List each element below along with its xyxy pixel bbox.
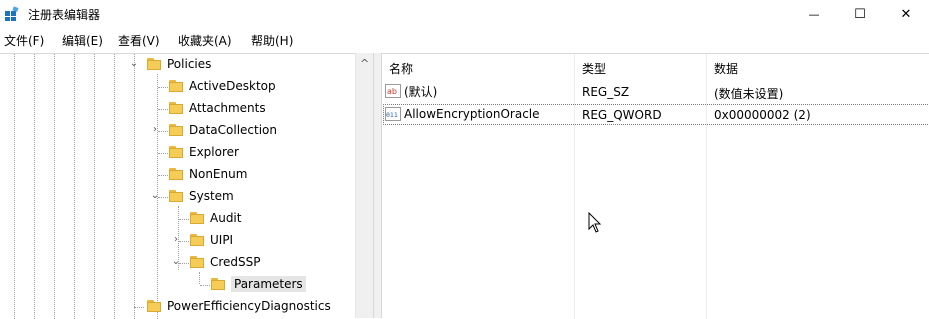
registry-tree[interactable]: ⌄ › ⌄ › ⌄ Policies ActiveDesktop Attachm…	[0, 53, 373, 319]
values-list[interactable]: 名称 类型 数据 ab (默认) REG_SZ (数值未设置) 011 Allo…	[381, 53, 929, 319]
tree-item-policies[interactable]: Policies	[146, 54, 211, 74]
folder-icon	[189, 211, 205, 225]
collapse-policies-icon[interactable]: ⌄	[129, 59, 139, 69]
tree-scrollbar[interactable]: ^	[355, 53, 374, 318]
table-row[interactable]: 011 AllowEncryptionOracle	[385, 104, 540, 124]
string-value-icon: ab	[385, 84, 401, 98]
collapse-system-icon[interactable]: ⌄	[150, 191, 160, 201]
folder-icon	[210, 277, 226, 291]
tree-item-uipi[interactable]: UIPI	[189, 230, 233, 250]
value-data: (数值未设置)	[714, 87, 784, 101]
folder-icon	[168, 145, 184, 159]
tree-item-label: ActiveDesktop	[189, 79, 276, 93]
menu-file[interactable]: 文件(F)	[4, 32, 44, 49]
menu-favorites[interactable]: 收藏夹(A)	[178, 32, 232, 49]
minimize-button[interactable]: —	[791, 0, 837, 28]
scroll-up-arrow-icon[interactable]: ^	[360, 57, 369, 70]
mouse-cursor-icon	[588, 212, 602, 233]
collapse-credssp-icon[interactable]: ⌄	[171, 257, 181, 267]
folder-icon	[146, 299, 162, 313]
tree-item-explorer[interactable]: Explorer	[168, 142, 239, 162]
tree-item-attachments[interactable]: Attachments	[168, 98, 266, 118]
tree-item-label: Explorer	[189, 145, 239, 159]
tree-item-label: Attachments	[189, 101, 266, 115]
maximize-button[interactable]: ☐	[837, 0, 883, 28]
folder-icon	[168, 167, 184, 181]
registry-editor-app-icon	[5, 6, 19, 21]
svg-text:ab: ab	[387, 87, 397, 96]
tree-item-credssp[interactable]: CredSSP	[189, 252, 261, 272]
folder-icon	[189, 255, 205, 269]
minimize-icon: —	[808, 7, 820, 21]
folder-icon	[168, 123, 184, 137]
title-bar: 注册表编辑器 — ☐ ✕	[0, 0, 929, 28]
folder-icon	[168, 101, 184, 115]
value-data: 0x00000002 (2)	[714, 108, 811, 122]
close-button[interactable]: ✕	[883, 0, 929, 28]
folder-icon	[168, 79, 184, 93]
column-header-type[interactable]: 类型	[582, 60, 606, 77]
tree-item-audit[interactable]: Audit	[189, 208, 241, 228]
value-name: AllowEncryptionOracle	[404, 107, 540, 121]
menu-view[interactable]: 查看(V)	[118, 32, 160, 49]
tree-item-label: UIPI	[210, 233, 234, 247]
tree-item-parameters[interactable]: Parameters	[210, 274, 306, 294]
tree-item-powerefficiencydiagnostics[interactable]: PowerEfficiencyDiagnostics	[146, 296, 331, 316]
column-header-data[interactable]: 数据	[714, 60, 738, 77]
close-icon: ✕	[900, 6, 912, 22]
menu-help[interactable]: 帮助(H)	[251, 32, 293, 49]
tree-item-label: System	[189, 189, 234, 203]
menu-bar: 文件(F) 编辑(E) 查看(V) 收藏夹(A) 帮助(H)	[0, 30, 929, 50]
value-name: (默认)	[404, 84, 438, 99]
svg-text:011: 011	[386, 111, 398, 119]
tree-item-activedesktop[interactable]: ActiveDesktop	[168, 76, 276, 96]
tree-item-system[interactable]: System	[168, 186, 234, 206]
window-title: 注册表编辑器	[28, 8, 101, 22]
maximize-icon: ☐	[854, 6, 866, 22]
tree-item-label: CredSSP	[210, 255, 261, 269]
tree-item-label: NonEnum	[189, 167, 248, 181]
folder-icon	[146, 57, 162, 71]
expand-datacollection-icon[interactable]: ›	[150, 125, 160, 135]
tree-item-datacollection[interactable]: DataCollection	[168, 120, 277, 140]
tree-item-label: DataCollection	[189, 123, 278, 137]
folder-icon	[189, 233, 205, 247]
binary-value-icon: 011	[385, 107, 401, 121]
table-row[interactable]: ab (默认)	[385, 81, 437, 101]
tree-item-label: Parameters	[231, 276, 306, 292]
tree-item-nonenum[interactable]: NonEnum	[168, 164, 247, 184]
column-header-name[interactable]: 名称	[389, 60, 413, 77]
value-type: REG_QWORD	[582, 108, 662, 122]
menu-edit[interactable]: 编辑(E)	[62, 32, 103, 49]
expand-uipi-icon[interactable]: ›	[171, 235, 181, 245]
tree-item-label: Audit	[210, 211, 242, 225]
folder-icon	[168, 189, 184, 203]
tree-item-label: PowerEfficiencyDiagnostics	[167, 299, 331, 313]
value-type: REG_SZ	[582, 85, 630, 99]
tree-item-label: Policies	[167, 57, 212, 71]
